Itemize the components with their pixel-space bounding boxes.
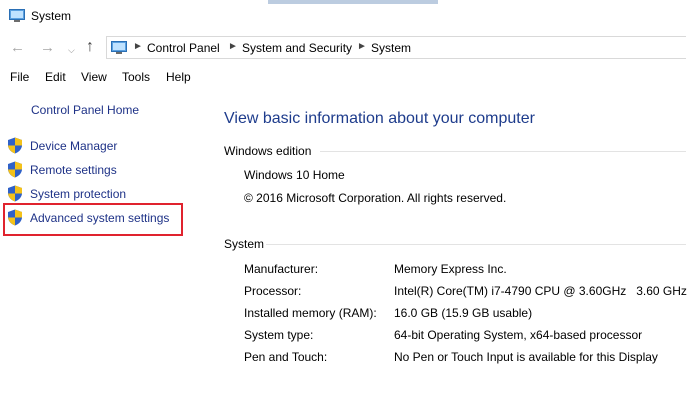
breadcrumb-system[interactable]: System <box>371 41 411 55</box>
windows-edition-heading: Windows edition <box>224 144 312 158</box>
installed-memory-value: 16.0 GB (15.9 GB usable) <box>394 306 533 320</box>
uac-shield-icon <box>8 161 22 178</box>
device-manager-link[interactable]: Device Manager <box>30 139 117 153</box>
up-arrow-icon[interactable]: ↑ <box>86 38 94 56</box>
copyright-text: © 2016 Microsoft Corporation. All rights… <box>244 191 507 205</box>
manufacturer-value: Memory Express Inc. <box>394 262 507 276</box>
breadcrumb-separator-icon[interactable]: ► <box>133 41 143 52</box>
windows-edition-value: Windows 10 Home <box>244 168 345 182</box>
window-title: System <box>31 9 72 23</box>
remote-settings-link[interactable]: Remote settings <box>30 163 117 177</box>
control-panel-icon <box>111 41 127 54</box>
manufacturer-label: Manufacturer: <box>244 262 319 276</box>
menu-edit[interactable]: Edit <box>45 70 66 84</box>
control-panel-home-link[interactable]: Control Panel Home <box>31 103 139 117</box>
forward-arrow-icon[interactable]: → <box>40 39 55 57</box>
menu-view[interactable]: View <box>81 70 107 84</box>
menu-tools[interactable]: Tools <box>122 70 150 84</box>
breadcrumb-separator-icon[interactable]: ► <box>357 41 367 52</box>
system-type-value: 64-bit Operating System, x64-based proce… <box>394 328 643 342</box>
uac-shield-icon <box>8 185 22 202</box>
menu-bar: File Edit View Tools Help <box>0 66 687 88</box>
breadcrumb-system-and-security[interactable]: System and Security <box>242 41 352 55</box>
back-arrow-icon[interactable]: ← <box>10 39 25 57</box>
menu-help[interactable]: Help <box>166 70 191 84</box>
installed-memory-label: Installed memory (RAM): <box>244 306 377 320</box>
system-type-label: System type: <box>244 328 314 342</box>
processor-label: Processor: <box>244 284 302 298</box>
section-divider <box>320 151 686 152</box>
highlight-box <box>3 203 183 236</box>
breadcrumb-separator-icon[interactable]: ► <box>228 41 238 52</box>
section-divider <box>266 244 686 245</box>
address-bar[interactable]: ► Control Panel ► System and Security ► … <box>106 36 686 59</box>
menu-file[interactable]: File <box>10 70 29 84</box>
pen-and-touch-label: Pen and Touch: <box>244 350 328 364</box>
breadcrumb-control-panel[interactable]: Control Panel <box>147 41 220 55</box>
title-bar: System <box>0 0 687 32</box>
background-window-strip <box>268 0 438 4</box>
processor-value: Intel(R) Core(TM) i7-4790 CPU @ 3.60GHz … <box>394 284 687 298</box>
page-title: View basic information about your comput… <box>224 110 535 127</box>
pen-and-touch-value: No Pen or Touch Input is available for t… <box>394 350 658 364</box>
chevron-down-icon[interactable]: ⌵ <box>68 41 75 59</box>
computer-icon <box>9 9 25 22</box>
system-heading: System <box>224 237 265 251</box>
uac-shield-icon <box>8 137 22 154</box>
system-protection-link[interactable]: System protection <box>30 187 126 201</box>
sidebar <box>0 89 205 393</box>
